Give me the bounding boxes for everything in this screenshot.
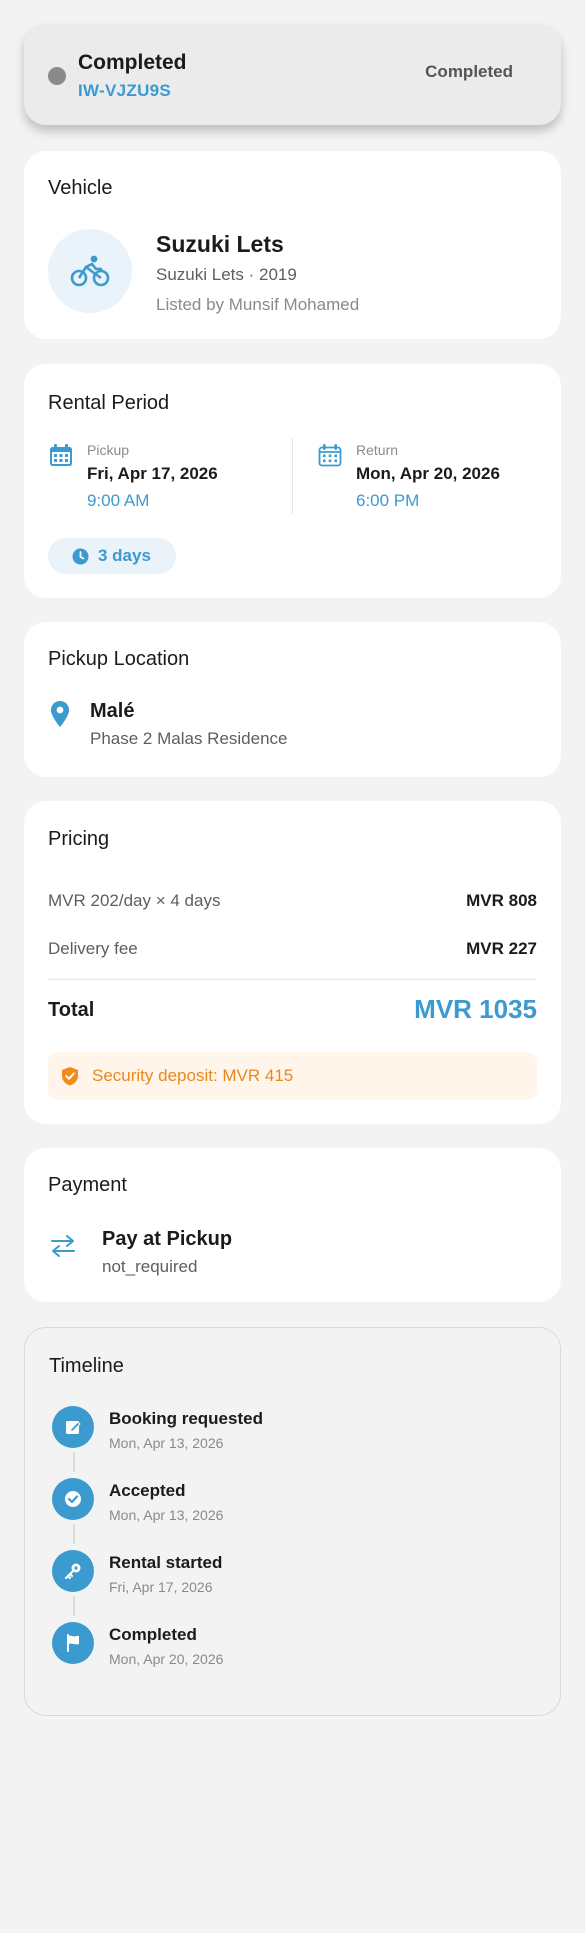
- security-deposit-notice: Security deposit: MVR 415: [48, 1052, 537, 1100]
- rental-period-card: Rental Period Pickup Fri, Apr 17, 2026 9…: [24, 364, 561, 598]
- timeline-event-title: Completed: [109, 1625, 197, 1644]
- calendar-icon: [318, 444, 342, 467]
- pricing-divider: [48, 979, 537, 980]
- status-title: Completed: [78, 51, 187, 74]
- price-line-value: MVR 808: [466, 891, 537, 910]
- exchange-arrows-icon: [51, 1235, 75, 1257]
- timeline-event-date: Mon, Apr 20, 2026: [109, 1651, 224, 1667]
- total-label: Total: [48, 999, 95, 1021]
- timeline-node: [52, 1550, 94, 1592]
- vehicle-avatar: [48, 229, 132, 313]
- status-badge: Completed: [425, 62, 513, 81]
- pricing-card: Pricing MVR 202/day × 4 days MVR 808 Del…: [24, 801, 561, 1124]
- timeline-connector: [73, 1452, 75, 1472]
- return-label: Return: [356, 442, 399, 458]
- payment-card: Payment Pay at Pickup not_required: [24, 1148, 561, 1302]
- price-line-label: Delivery fee: [48, 939, 138, 958]
- section-title-rental-period: Rental Period: [48, 392, 170, 414]
- vehicle-subtitle: Suzuki Lets · 2019: [156, 265, 297, 284]
- timeline-event-title: Accepted: [109, 1481, 186, 1500]
- pickup-location-card[interactable]: Pickup Location Malé Phase 2 Malas Resid…: [24, 622, 561, 777]
- timeline-connector: [73, 1524, 75, 1544]
- status-dot: [48, 67, 66, 85]
- total-value: MVR 1035: [414, 994, 537, 1024]
- timeline-node: [52, 1406, 94, 1448]
- timeline-event-date: Mon, Apr 13, 2026: [109, 1435, 224, 1451]
- price-line-label: MVR 202/day × 4 days: [48, 891, 221, 910]
- key-icon: [64, 1563, 81, 1580]
- vehicle-name: Suzuki Lets: [156, 231, 284, 257]
- clock-icon: [72, 548, 89, 565]
- check-circle-icon: [65, 1491, 81, 1507]
- section-title-pickup-location: Pickup Location: [48, 648, 190, 670]
- booking-code[interactable]: IW-VJZU9S: [78, 81, 171, 101]
- pickup-date: Fri, Apr 17, 2026: [87, 464, 218, 483]
- timeline-node: [52, 1622, 94, 1664]
- return-time: 6:00 PM: [356, 491, 420, 510]
- duration-text: 3 days: [98, 546, 151, 565]
- location-address: Phase 2 Malas Residence: [90, 729, 288, 748]
- map-pin-icon: [51, 701, 69, 727]
- vehicle-owner[interactable]: Listed by Munsif Mohamed: [156, 295, 359, 315]
- section-title-pricing: Pricing: [48, 828, 110, 850]
- payment-method: Pay at Pickup: [102, 1228, 233, 1250]
- flag-icon: [67, 1634, 79, 1652]
- pickup-time: 9:00 AM: [87, 491, 150, 510]
- timeline-event-title: Rental started: [109, 1553, 223, 1572]
- timeline-event-title: Booking requested: [109, 1409, 263, 1428]
- edit-icon: [66, 1421, 81, 1434]
- payment-status: not_required: [102, 1257, 198, 1276]
- period-divider: [292, 438, 293, 514]
- bicycle-icon: [70, 255, 110, 287]
- duration-pill: 3 days: [48, 538, 176, 574]
- section-title-payment: Payment: [48, 1174, 127, 1196]
- pickup-label: Pickup: [87, 442, 130, 458]
- timeline-node: [52, 1478, 94, 1520]
- timeline-connector: [73, 1596, 75, 1616]
- return-date: Mon, Apr 20, 2026: [356, 464, 500, 483]
- location-name: Malé: [90, 700, 135, 722]
- shield-check-icon: [62, 1067, 78, 1086]
- section-title-vehicle: Vehicle: [48, 177, 113, 199]
- section-title-timeline: Timeline: [49, 1355, 124, 1377]
- price-line-value: MVR 227: [466, 939, 537, 958]
- status-card: Completed IW-VJZU9S Completed: [24, 24, 561, 125]
- calendar-icon: [50, 444, 72, 466]
- security-deposit-text: Security deposit: MVR 415: [92, 1066, 294, 1085]
- timeline-event-date: Mon, Apr 13, 2026: [109, 1507, 224, 1523]
- timeline-card: Timeline Booking requested Mon, Apr 13, …: [24, 1327, 561, 1716]
- timeline-event-date: Fri, Apr 17, 2026: [109, 1579, 213, 1595]
- vehicle-card[interactable]: Vehicle Suzuki Lets Suzuki Lets · 2019 L…: [24, 151, 561, 339]
